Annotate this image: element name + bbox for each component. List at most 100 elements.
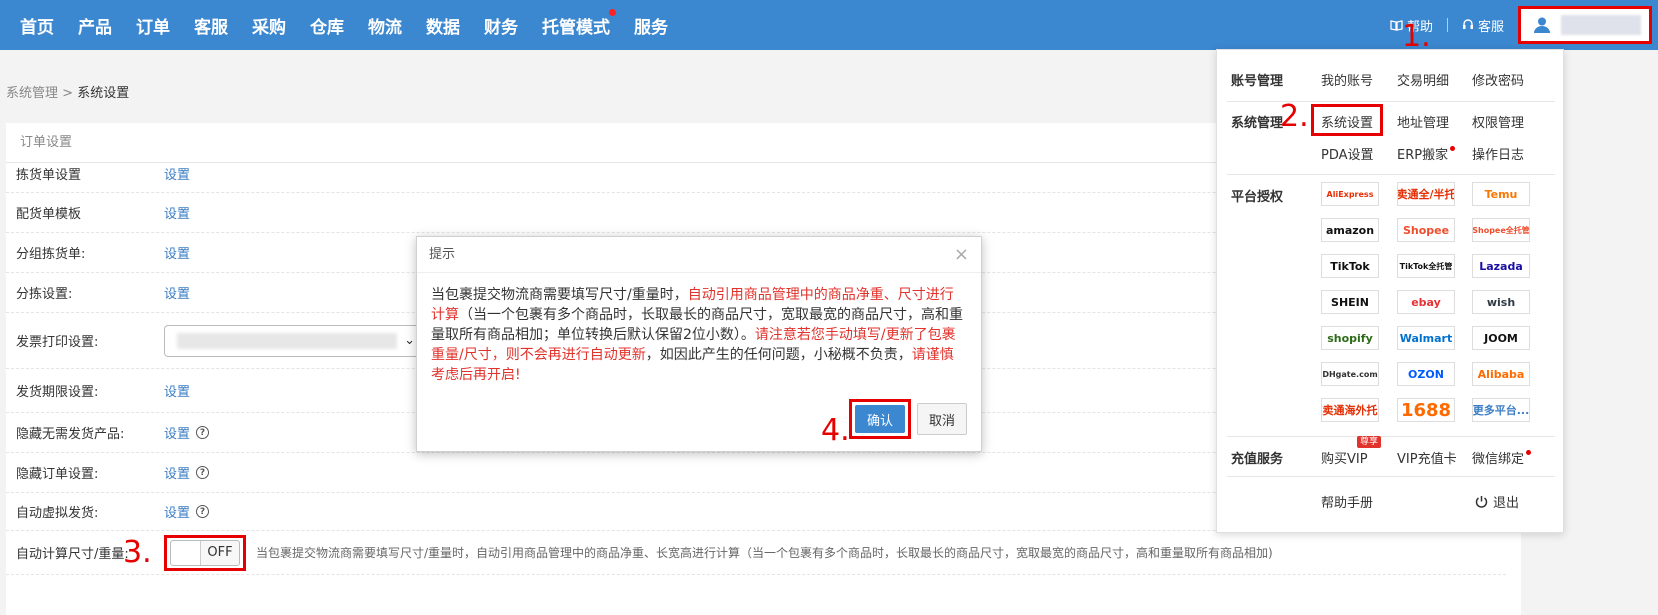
breadcrumb-separator: > [58, 86, 78, 101]
step-marker-2: 2. [1280, 99, 1309, 134]
menu-section-recharge: 充值服务 [1231, 452, 1284, 467]
menu-transactions[interactable]: 交易明细 [1397, 70, 1449, 89]
breadcrumb: 系统管理 > 系统设置 [6, 82, 129, 101]
platform-logo[interactable]: OZON [1397, 362, 1455, 386]
menu-erp-label: ERP搬家 [1397, 148, 1449, 163]
menu-my-account[interactable]: 我的账号 [1321, 70, 1373, 89]
username-redacted [1561, 15, 1641, 35]
nav-divider [1446, 18, 1448, 32]
platform-logo[interactable]: amazon [1321, 218, 1379, 242]
help-circle-icon[interactable]: ? [196, 505, 210, 518]
menu-divider [1227, 174, 1555, 175]
platform-logo[interactable]: 1688 [1397, 398, 1455, 422]
platform-logo[interactable]: wish [1472, 290, 1530, 314]
user-dropdown-menu: 账号管理 我的账号 交易明细 修改密码 系统管理 系统设置 地址管理 权限管理 … [1216, 49, 1564, 533]
nav-data[interactable]: 数据 [426, 13, 460, 38]
settings-row: 自动计算尺寸/重量: OFF 当包裹提交物流商需要填写尺寸/重量时，自动引用商品… [6, 531, 1506, 575]
nav-finance[interactable]: 财务 [484, 13, 518, 38]
auto-calc-toggle[interactable]: OFF [170, 539, 240, 566]
row-label: 分拣设置: [16, 287, 73, 302]
row-label: 发货期限设置: [16, 385, 99, 400]
step-marker-1: 1. [1402, 19, 1431, 54]
menu-erp-migration[interactable]: ERP搬家 [1397, 144, 1456, 163]
nav-orders[interactable]: 订单 [136, 13, 170, 38]
nav-purchase[interactable]: 采购 [252, 13, 286, 38]
setting-link[interactable]: 设置 [164, 164, 190, 183]
breadcrumb-parent[interactable]: 系统管理 [6, 86, 58, 101]
menu-operation-log[interactable]: 操作日志 [1472, 144, 1524, 163]
row-label: 配货单模板 [16, 207, 82, 222]
menu-help-manual[interactable]: 帮助手册 [1321, 492, 1373, 511]
menu-pda-settings[interactable]: PDA设置 [1321, 144, 1374, 163]
row-label: 隐藏无需发货产品: [16, 427, 125, 442]
setting-link[interactable]: 设置 [164, 283, 190, 302]
nav-hosting-label: 托管模式 [542, 17, 610, 38]
platform-logo[interactable]: Temu [1472, 182, 1530, 206]
menu-section-system: 系统管理 [1231, 116, 1284, 131]
chevron-down-icon: ⌄ [404, 333, 415, 348]
setting-link[interactable]: 设置 [164, 423, 190, 442]
logout-button[interactable]: 退出 [1475, 492, 1519, 511]
auto-calc-description: 当包裹提交物流商需要填写尺寸/重量时，自动引用商品管理中的商品净重、长宽高进行计… [256, 546, 1273, 560]
platform-logo[interactable]: TikTok [1321, 254, 1379, 278]
nav-warehouse[interactable]: 仓库 [310, 13, 344, 38]
menu-section-account: 账号管理 [1231, 74, 1284, 89]
confirm-button[interactable]: 确认 [855, 405, 905, 433]
platform-logo[interactable]: JOOM [1472, 326, 1530, 350]
ok-button-highlight: 确认 [849, 399, 911, 439]
platform-logo[interactable]: 更多平台... [1472, 398, 1530, 422]
row-label: 自动计算尺寸/重量: [16, 547, 129, 562]
invoice-print-select[interactable]: ⌄ [164, 324, 424, 357]
platform-logo[interactable]: AliExpress [1321, 182, 1379, 206]
dialog-message: 当包裹提交物流商需要填写尺寸/重量时，自动引用商品管理中的商品净重、尺寸进行计算… [417, 273, 981, 385]
platform-logo[interactable]: Alibaba [1472, 362, 1530, 386]
headset-icon [1462, 19, 1473, 29]
breadcrumb-current: 系统设置 [77, 86, 130, 101]
platform-logo[interactable]: ebay [1397, 290, 1455, 314]
setting-link[interactable]: 设置 [164, 502, 190, 521]
setting-link[interactable]: 设置 [164, 381, 190, 400]
setting-link[interactable]: 设置 [164, 243, 190, 262]
close-icon[interactable]: × [954, 237, 969, 273]
user-menu-button[interactable] [1518, 6, 1652, 44]
platform-logo[interactable]: shopify [1321, 326, 1379, 350]
help-circle-icon[interactable]: ? [196, 466, 210, 479]
menu-divider [1227, 476, 1555, 477]
row-label: 拣货单设置 [16, 168, 82, 183]
menu-change-password[interactable]: 修改密码 [1472, 70, 1524, 89]
help-circle-icon[interactable]: ? [196, 426, 210, 439]
row-label: 自动虚拟发货: [16, 506, 99, 521]
dialog-title: 提示 [429, 247, 456, 262]
nav-home[interactable]: 首页 [20, 13, 54, 38]
nav-hosting-mode[interactable]: 托管模式 [542, 8, 616, 38]
platform-logo[interactable]: Walmart [1397, 326, 1455, 350]
confirm-dialog: 提示 × 当包裹提交物流商需要填写尺寸/重量时，自动引用商品管理中的商品净重、尺… [416, 236, 982, 452]
menu-wechat-bind[interactable]: 微信绑定 [1472, 448, 1532, 467]
notification-dot [1450, 146, 1456, 151]
menu-section-platform: 平台授权 [1231, 190, 1284, 205]
platform-logo[interactable]: Lazada [1472, 254, 1530, 278]
menu-vip-card[interactable]: VIP充值卡 [1397, 448, 1457, 467]
nav-logistics[interactable]: 物流 [368, 13, 402, 38]
platform-logo[interactable]: SHEIN [1321, 290, 1379, 314]
nav-products[interactable]: 产品 [78, 13, 112, 38]
menu-permissions[interactable]: 权限管理 [1472, 112, 1524, 131]
menu-buy-vip[interactable]: 购买VIP [1321, 448, 1368, 467]
platform-logo[interactable]: 速卖通全/半托管 [1397, 182, 1455, 206]
cancel-button[interactable]: 取消 [917, 403, 967, 435]
menu-address[interactable]: 地址管理 [1397, 112, 1449, 131]
platform-logo[interactable]: Shopee [1397, 218, 1455, 242]
menu-system-settings[interactable]: 系统设置 [1321, 112, 1373, 131]
service-link[interactable]: 客服 [1462, 16, 1504, 35]
setting-link[interactable]: 设置 [164, 463, 190, 482]
nav-customer-service[interactable]: 客服 [194, 13, 228, 38]
setting-link[interactable]: 设置 [164, 203, 190, 222]
nav-services[interactable]: 服务 [634, 13, 668, 38]
platform-logo[interactable]: Shopee全托管 [1472, 218, 1530, 242]
row-label: 发票打印设置: [16, 335, 99, 350]
platform-logo[interactable]: TikTok全托管 [1397, 254, 1455, 278]
main-nav: 首页 产品 订单 客服 采购 仓库 物流 数据 财务 托管模式 服务 [20, 0, 692, 50]
platform-logo[interactable]: 速卖通海外托管 [1321, 398, 1379, 422]
platform-logo[interactable]: DHgate.com [1321, 362, 1379, 386]
user-icon [1534, 17, 1550, 33]
